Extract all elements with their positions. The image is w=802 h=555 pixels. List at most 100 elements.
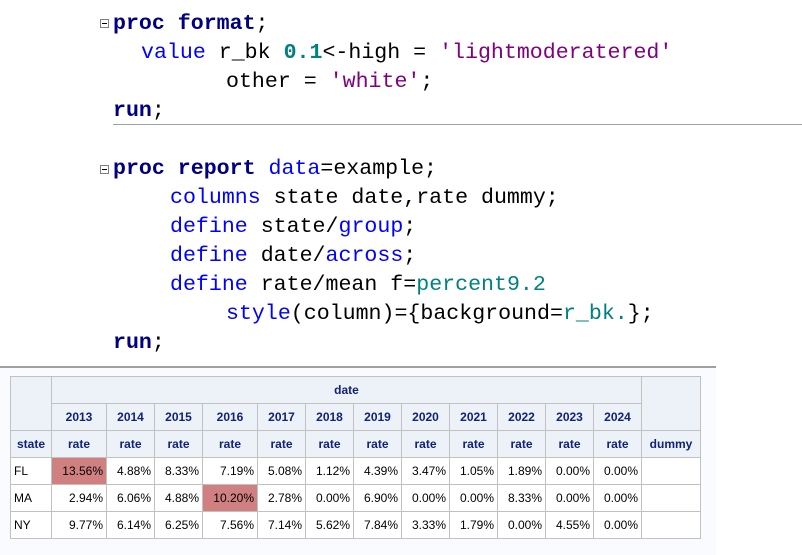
collapse-icon[interactable]: [100, 165, 109, 174]
year-header: 2015: [154, 403, 203, 431]
year-header: 2024: [593, 403, 642, 431]
rate-cell: 0.00%: [545, 484, 594, 512]
code-token: columns: [170, 186, 261, 210]
code-token: across: [325, 244, 404, 268]
rate-cell: 7.14%: [257, 511, 306, 539]
rate-header: rate: [51, 430, 107, 458]
code-token: 'white': [329, 70, 421, 94]
rate-cell: 4.88%: [154, 484, 203, 512]
year-header: 2020: [401, 403, 450, 431]
column-header-row: state rate rate rate rate rate rate rate rate rat…: [10, 430, 701, 458]
table-row: NY 9.77% 6.14% 6.25% 7.56% 7.14% 5.62% 7.84% 3.3…: [10, 511, 701, 539]
state-cell: MA: [10, 484, 52, 512]
dummy-top-cell: [641, 376, 701, 431]
table-row: MA 2.94% 6.06% 4.88% 10.20% 2.78% 0.00% 6.90% 0.…: [10, 484, 701, 512]
year-header: 2021: [449, 403, 498, 431]
rate-cell: 1.79%: [449, 511, 498, 539]
rate-header: rate: [202, 430, 258, 458]
rate-cell: 3.47%: [401, 457, 450, 485]
code-line: run;: [113, 330, 165, 356]
rate-cell: 5.62%: [305, 511, 354, 539]
rate-header: rate: [106, 430, 155, 458]
rate-header: rate: [449, 430, 498, 458]
year-header: 2023: [545, 403, 594, 431]
code-token: r_bk: [205, 41, 284, 65]
code-editor[interactable]: proc format; value r_bk 0.1<-high = 'ligh…: [0, 0, 802, 365]
year-header: 2014: [106, 403, 155, 431]
rate-cell: 3.33%: [401, 511, 450, 539]
code-token: ;: [420, 70, 434, 94]
code-line: define rate/mean f=percent9.2: [170, 272, 546, 298]
rate-cell: 1.05%: [449, 457, 498, 485]
rate-cell: 4.39%: [353, 457, 402, 485]
code-token: value: [141, 41, 206, 65]
code-token: state/: [247, 215, 339, 239]
year-header: 2022: [497, 403, 546, 431]
across-header: date: [51, 376, 642, 404]
rate-header: rate: [401, 430, 450, 458]
code-token: proc format: [113, 12, 256, 36]
state-cell: FL: [10, 457, 52, 485]
rate-cell: 13.56%: [51, 457, 107, 485]
rate-cell: 8.33%: [497, 484, 546, 512]
rate-cell: 4.55%: [545, 511, 594, 539]
code-token: data: [268, 157, 321, 181]
code-token: ;: [151, 331, 165, 355]
rate-cell: 0.00%: [305, 484, 354, 512]
year-header: 2018: [305, 403, 354, 431]
code-line: columns state date,rate dummy;: [170, 185, 559, 211]
code-token: ;: [151, 99, 165, 123]
year-header: 2017: [257, 403, 306, 431]
rate-cell: 0.00%: [401, 484, 450, 512]
code-token: define: [170, 215, 248, 239]
rate-cell: 2.94%: [51, 484, 107, 512]
code-token: run: [113, 331, 152, 355]
collapse-icon[interactable]: [100, 19, 109, 28]
rate-cell: 2.78%: [257, 484, 306, 512]
code-token: 0.1: [283, 41, 323, 65]
code-token: =example;: [320, 157, 437, 181]
code-token: date/: [247, 244, 326, 268]
code-token: rate/mean f=: [247, 273, 417, 297]
rate-cell: 4.88%: [106, 457, 155, 485]
code-line: proc report data=example;: [113, 156, 437, 182]
year-header: 2013: [51, 403, 107, 431]
code-line: proc format;: [113, 11, 269, 37]
corner-cell: [10, 376, 52, 431]
state-cell: NY: [10, 511, 52, 539]
code-line: define date/across;: [170, 243, 416, 269]
code-line: run;: [113, 98, 165, 124]
section-divider: [113, 124, 802, 125]
year-header: 2016: [202, 403, 258, 431]
code-token: <-high =: [322, 41, 440, 65]
code-line: style(column)={background=r_bk.};: [226, 301, 654, 327]
rate-header: rate: [353, 430, 402, 458]
year-header-row: 2013 2014 2015 2016 2017 2018 2019 2020 2021 2022…: [11, 403, 701, 431]
code-token: ;: [403, 215, 417, 239]
rate-header: rate: [497, 430, 546, 458]
rate-cell: 5.08%: [257, 457, 306, 485]
rate-cell: 1.12%: [305, 457, 354, 485]
rate-cell: 7.84%: [353, 511, 402, 539]
rate-cell: 6.90%: [353, 484, 402, 512]
rate-header: rate: [593, 430, 642, 458]
dummy-cell: [641, 511, 701, 539]
rate-cell: 6.06%: [106, 484, 155, 512]
code-token: };: [627, 302, 654, 326]
code-token: (column)={background=: [290, 302, 563, 326]
code-token: ;: [403, 244, 417, 268]
rate-cell: 0.00%: [545, 457, 594, 485]
code-token: r_bk.: [562, 302, 628, 326]
code-token: define: [170, 273, 248, 297]
rate-cell: 9.77%: [51, 511, 107, 539]
rate-header: rate: [545, 430, 594, 458]
year-header: 2019: [353, 403, 402, 431]
code-token: percent9.2: [416, 273, 546, 297]
rate-header: rate: [154, 430, 203, 458]
rate-cell: 8.33%: [154, 457, 203, 485]
code-token: style: [226, 302, 291, 326]
code-token: proc report: [113, 157, 269, 181]
code-token: group: [338, 215, 404, 239]
rate-cell: 0.00%: [593, 484, 642, 512]
code-line: define state/group;: [170, 214, 416, 240]
